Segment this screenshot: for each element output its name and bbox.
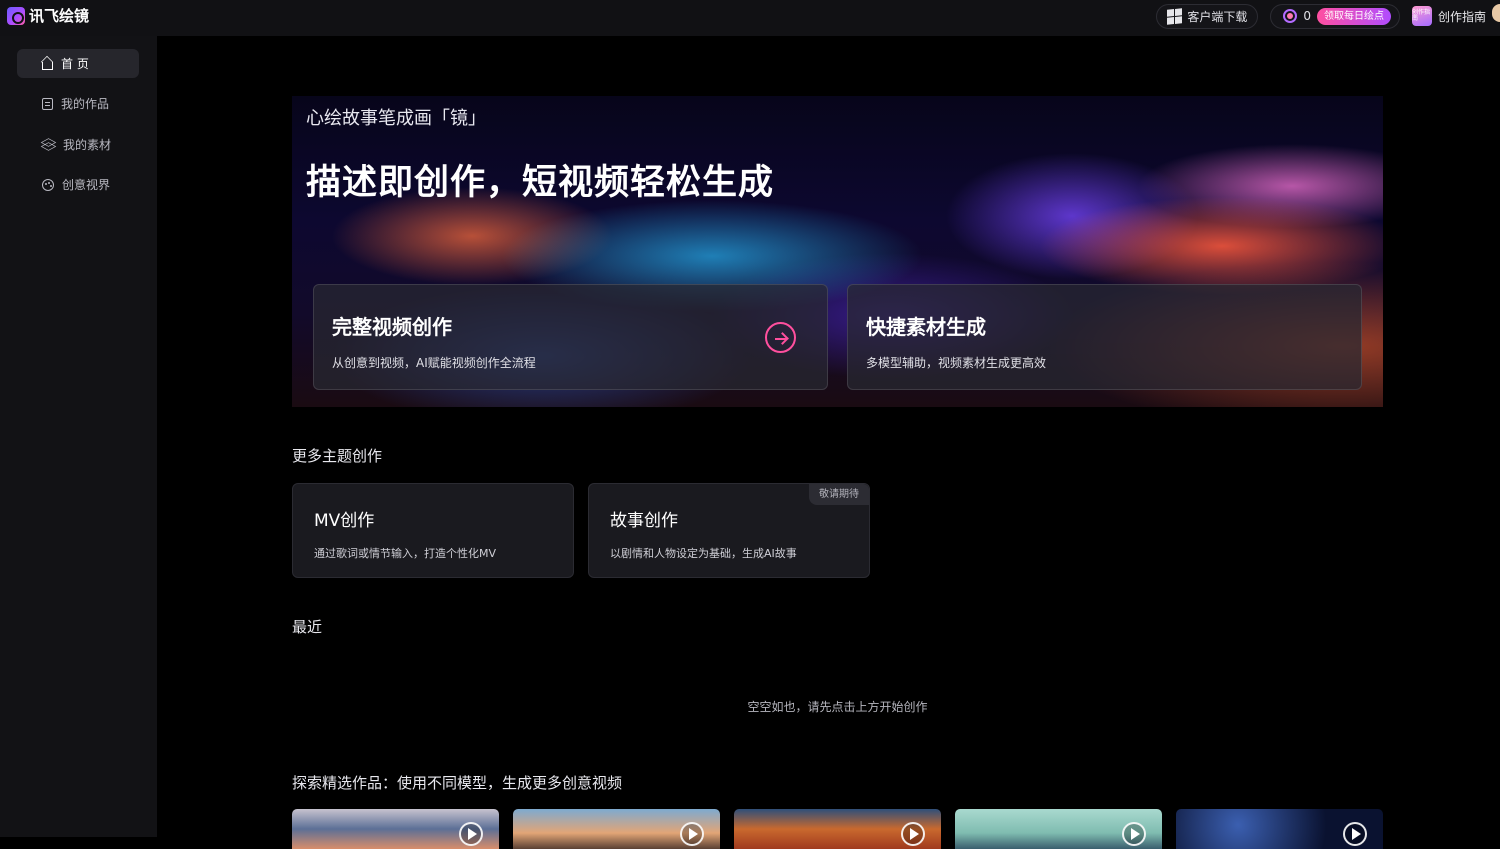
avatar[interactable]: [1492, 4, 1500, 22]
play-icon[interactable]: [1122, 822, 1146, 846]
video-thumbnail[interactable]: [955, 809, 1162, 849]
hero-banner: 心绘故事笔成画「镜」 描述即创作，短视频轻松生成 完整视频创作 从创意到视频，A…: [292, 96, 1383, 407]
card-title: 故事创作: [610, 511, 678, 531]
play-icon[interactable]: [1343, 822, 1367, 846]
play-icon[interactable]: [459, 822, 483, 846]
sidebar: 首 页 我的作品 我的素材 创意视界: [0, 36, 157, 837]
logo-icon: [7, 6, 25, 25]
card-title: 完整视频创作: [332, 315, 452, 339]
card-title: 快捷素材生成: [866, 315, 986, 339]
card-desc: 以剧情和人物设定为基础，生成AI故事: [610, 547, 797, 560]
explore-heading: 探索精选作品：使用不同模型，生成更多创意视频: [292, 774, 623, 792]
windows-icon: [1167, 7, 1183, 25]
hero-title: 描述即创作，短视频轻松生成: [306, 163, 775, 203]
play-icon[interactable]: [680, 822, 704, 846]
sidebar-item-my-materials[interactable]: 我的素材: [17, 130, 139, 159]
recent-empty-text: 空空如也，请先点击上方开始创作: [747, 700, 928, 714]
client-download-label: 客户端下载: [1187, 9, 1248, 24]
video-thumbnail[interactable]: [734, 809, 941, 849]
guide-book-icon: 创作指南: [1411, 6, 1432, 26]
credits-pill: 0 领取每日绘点: [1270, 3, 1400, 29]
sidebar-item-home[interactable]: 首 页: [17, 49, 139, 78]
coming-soon-badge: 敬请期待: [809, 484, 869, 505]
creation-guide-link[interactable]: 创作指南 创作指南: [1411, 6, 1486, 26]
video-thumbnail[interactable]: [513, 809, 720, 849]
sidebar-item-label: 我的素材: [63, 138, 112, 152]
document-icon: [42, 97, 53, 110]
recent-heading: 最近: [292, 618, 323, 636]
story-creation-card[interactable]: 敬请期待 故事创作 以剧情和人物设定为基础，生成AI故事: [588, 483, 870, 578]
sidebar-item-my-works[interactable]: 我的作品: [17, 89, 139, 118]
sidebar-item-label: 首 页: [61, 57, 89, 71]
creation-guide-label: 创作指南: [1437, 9, 1486, 24]
app-name: 讯飞绘镜: [29, 7, 90, 25]
card-desc: 从创意到视频，AI赋能视频创作全流程: [332, 356, 536, 370]
video-thumbnail[interactable]: [292, 809, 499, 849]
explore-thumbnails: [292, 809, 1383, 849]
quick-material-card[interactable]: 快捷素材生成 多模型辅助，视频素材生成更高效: [847, 284, 1362, 390]
themes-heading: 更多主题创作: [292, 447, 383, 465]
card-desc: 多模型辅助，视频素材生成更高效: [866, 356, 1047, 370]
mv-creation-card[interactable]: MV创作 通过歌词或情节输入，打造个性化MV: [292, 483, 574, 578]
app-logo[interactable]: 讯飞绘镜: [7, 5, 89, 26]
home-icon: [42, 61, 53, 70]
palette-icon: [42, 178, 54, 191]
arrow-right-circle-icon[interactable]: [765, 322, 796, 353]
card-desc: 通过歌词或情节输入，打造个性化MV: [314, 547, 497, 560]
play-icon[interactable]: [901, 822, 925, 846]
sidebar-item-label: 我的作品: [61, 97, 110, 111]
credit-coin-icon: [1283, 9, 1298, 23]
credit-count: 0: [1303, 9, 1311, 23]
main-content: 心绘故事笔成画「镜」 描述即创作，短视频轻松生成 完整视频创作 从创意到视频，A…: [157, 36, 1500, 849]
layers-icon: [42, 138, 55, 151]
hero-subtitle: 心绘故事笔成画「镜」: [306, 108, 486, 129]
full-video-creation-card[interactable]: 完整视频创作 从创意到视频，AI赋能视频创作全流程: [313, 284, 828, 390]
client-download-button[interactable]: 客户端下载: [1156, 3, 1259, 29]
card-title: MV创作: [314, 511, 375, 531]
daily-points-button[interactable]: 领取每日绘点: [1316, 7, 1391, 25]
topbar-actions: 客户端下载 0 领取每日绘点 创作指南 创作指南: [1156, 3, 1500, 29]
video-thumbnail[interactable]: [1176, 809, 1383, 849]
sidebar-item-label: 创意视界: [62, 178, 111, 192]
sidebar-item-creative-vision[interactable]: 创意视界: [17, 170, 139, 199]
top-bar: 讯飞绘镜 客户端下载 0 领取每日绘点 创作指南 创作指南: [0, 0, 1500, 36]
